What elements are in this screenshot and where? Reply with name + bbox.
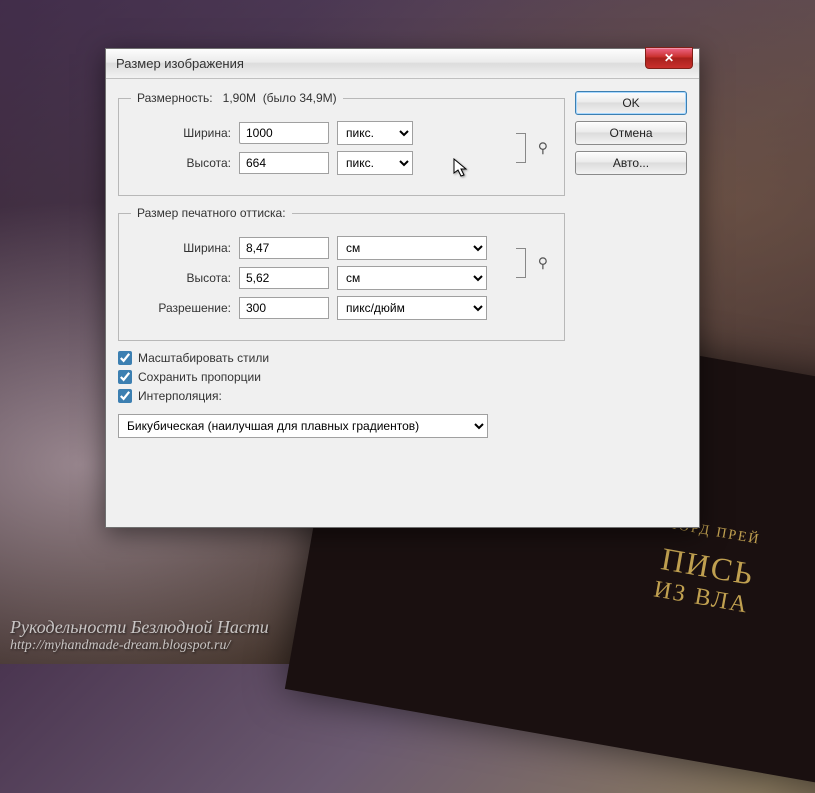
link-bracket (516, 133, 526, 163)
scale-styles-label: Масштабировать стили (138, 351, 269, 365)
interpolation-label: Интерполяция: (138, 389, 222, 403)
doc-height-row: Высота: см (131, 266, 510, 290)
pixel-rows-wrap: Ширина: пикс. Высота: пикс. (131, 121, 552, 175)
width-label: Ширина: (131, 126, 231, 140)
doc-width-unit-select[interactable]: см (337, 236, 487, 260)
constrain-label: Сохранить пропорции (138, 370, 261, 384)
auto-button[interactable]: Авто... (575, 151, 687, 175)
watermark-url: http://myhandmade-dream.blogspot.ru/ (10, 638, 269, 654)
titlebar[interactable]: Размер изображения ✕ (106, 49, 699, 79)
resolution-unit-select[interactable]: пикс/дюйм (337, 296, 487, 320)
height-label: Высота: (131, 156, 231, 170)
interpolation-checkbox[interactable] (118, 389, 132, 403)
width-row: Ширина: пикс. (131, 121, 510, 145)
size-previous: (было 34,9M) (263, 91, 337, 105)
doc-height-input[interactable] (239, 267, 329, 289)
size-current: 1,90M (223, 91, 256, 105)
watermark: Рукодельности Безлюдной Насти http://myh… (10, 617, 269, 654)
legend-prefix: Размерность: (137, 91, 213, 105)
side-buttons: OK Отмена Авто... (575, 91, 687, 438)
pixel-height-input[interactable] (239, 152, 329, 174)
document-size-legend: Размер печатного оттиска: (131, 206, 292, 220)
resolution-input[interactable] (239, 297, 329, 319)
watermark-text: Рукодельности Безлюдной Насти (10, 617, 269, 638)
scale-styles-checkbox[interactable] (118, 351, 132, 365)
interpolation-row: Интерполяция: (118, 389, 565, 403)
dialog-body: Размерность: 1,90M (было 34,9M) Ширина: … (106, 79, 699, 450)
close-button[interactable]: ✕ (645, 47, 693, 69)
resolution-row: Разрешение: пикс/дюйм (131, 296, 552, 320)
cancel-button[interactable]: Отмена (575, 121, 687, 145)
image-size-dialog: Размер изображения ✕ Размерность: 1,90M … (105, 48, 700, 528)
pixel-width-unit-select[interactable]: пикс. (337, 121, 413, 145)
chain-link-icon: ⚲ (538, 255, 548, 272)
chain-link-icon: ⚲ (538, 140, 548, 157)
doc-height-unit-select[interactable]: см (337, 266, 487, 290)
doc-height-label: Высота: (131, 271, 231, 285)
height-row: Высота: пикс. (131, 151, 510, 175)
main-column: Размерность: 1,90M (было 34,9M) Ширина: … (118, 91, 565, 438)
close-icon: ✕ (664, 51, 674, 65)
ok-button[interactable]: OK (575, 91, 687, 115)
pixel-dimensions-legend: Размерность: 1,90M (было 34,9M) (131, 91, 343, 105)
link-bracket (516, 248, 526, 278)
dialog-title: Размер изображения (116, 56, 244, 71)
pixel-height-unit-select[interactable]: пикс. (337, 151, 413, 175)
constrain-row: Сохранить пропорции (118, 370, 565, 384)
checkbox-section: Масштабировать стили Сохранить пропорции… (118, 351, 565, 438)
doc-rows-wrap: Ширина: см Высота: см ⚲ (131, 236, 552, 290)
pixel-width-input[interactable] (239, 122, 329, 144)
scale-styles-row: Масштабировать стили (118, 351, 565, 365)
pixel-dimensions-group: Размерность: 1,90M (было 34,9M) Ширина: … (118, 91, 565, 196)
interpolation-method-select[interactable]: Бикубическая (наилучшая для плавных град… (118, 414, 488, 438)
constrain-proportions-checkbox[interactable] (118, 370, 132, 384)
doc-width-label: Ширина: (131, 241, 231, 255)
resolution-label: Разрешение: (131, 301, 231, 315)
document-size-group: Размер печатного оттиска: Ширина: см Выс… (118, 206, 565, 341)
doc-width-input[interactable] (239, 237, 329, 259)
doc-width-row: Ширина: см (131, 236, 510, 260)
